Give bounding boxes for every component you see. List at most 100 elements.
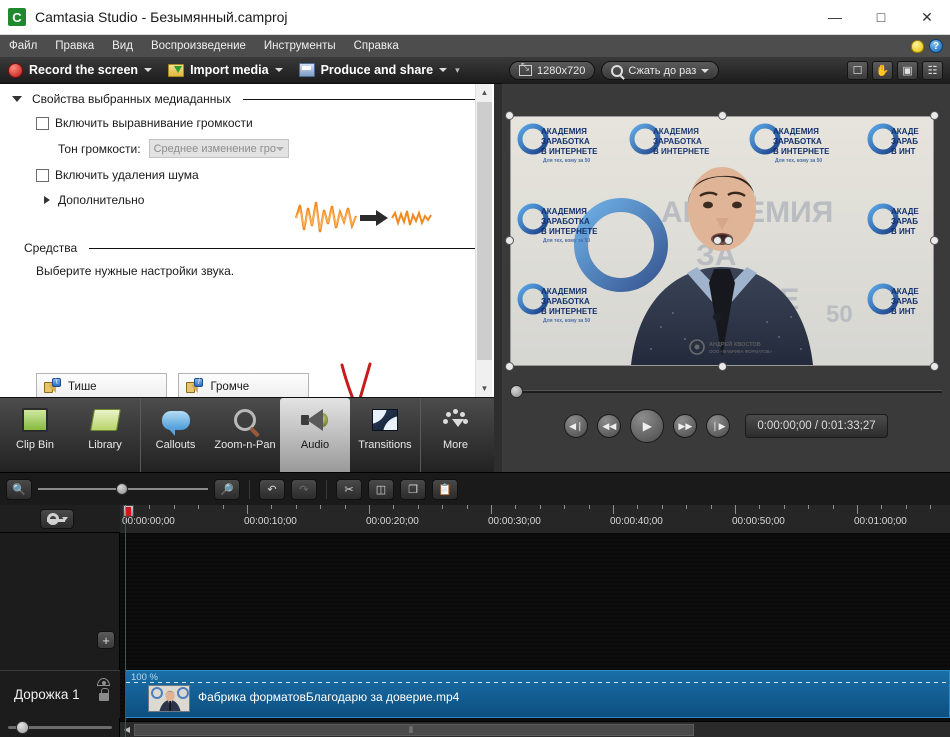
zoom-in-icon[interactable]: 🔎 [214,478,240,500]
playback-controls: ◀❘ ◀◀ ▶ ▶▶ ❘▶ 0:00:00;00 / 0:01:33;27 [502,404,950,448]
toolbar-overflow-icon[interactable]: ▾ [455,65,466,76]
timeline-settings-button[interactable] [40,509,74,529]
record-screen-button[interactable]: Record the screen [0,58,160,83]
media-properties-section-header[interactable]: Свойства выбранных медиаданных [0,84,494,106]
resize-handle-mc1[interactable] [713,236,722,245]
resize-handle-tl[interactable] [505,111,514,120]
paste-icon[interactable]: 📋 [432,478,458,500]
svg-text:В ИНТЕРНЕТЕ: В ИНТЕРНЕТЕ [541,227,598,236]
menu-item-playback[interactable]: Воспроизведение [142,37,255,55]
timeline-clip[interactable]: 100 % Фабрика форматовБлагодарю за довер… [125,670,950,718]
volume-tone-select[interactable]: Среднее изменение гро [148,139,289,158]
resize-handle-tc[interactable] [718,111,727,120]
resize-handle-bl[interactable] [505,362,514,371]
import-media-button[interactable]: Import media [160,58,291,83]
svg-text:ЗАРАБОТКА: ЗАРАБОТКА [541,297,590,306]
properties-panel-scrollbar[interactable]: ▲ ▼ [475,84,492,397]
preview-scrubber[interactable] [510,384,942,398]
menu-item-file[interactable]: Файл [0,37,46,55]
copy-icon[interactable]: ❐ [400,478,426,500]
enable-volume-leveling-checkbox[interactable] [36,116,49,130]
split-icon[interactable]: ◫ [368,478,394,500]
volume-down-icon: \ [44,378,61,394]
fullscreen-icon[interactable]: ▣ [897,61,918,80]
record-dot-icon [8,62,23,78]
add-track-button[interactable]: + [97,631,115,649]
tab-callouts[interactable]: Callouts [140,398,210,472]
help-question-icon[interactable]: ? [929,39,943,53]
hand-pan-icon[interactable]: ✋ [872,61,893,80]
chevron-down-icon[interactable] [439,68,448,72]
menu-item-tools[interactable]: Инструменты [255,37,345,55]
resize-handle-ml[interactable] [505,236,514,245]
panel-tab-strip: Clip Bin Library Callouts Zoom-n-Pan Aud… [0,397,494,472]
enable-noise-removal-label: Включить удаления шума [55,168,199,182]
enable-noise-removal-checkbox[interactable] [36,168,49,182]
track-volume-knob[interactable] [16,720,29,734]
preview-scrubber-knob[interactable] [510,384,523,398]
preview-resolution-label: 1280x720 [537,64,586,77]
timeline-horizontal-scrollbar[interactable]: ◀ ⦀ [120,721,950,737]
eye-icon[interactable] [97,678,110,686]
volume-down-button[interactable]: \ Тише [36,373,167,397]
chevron-down-icon[interactable] [12,96,22,102]
svg-text:Для тех, кому за 50: Для тех, кому за 50 [543,158,590,164]
preview-canvas[interactable]: АКАДЕМИЯ ЗА ТЕ 50 АКАДЕМИЯ ЗАРАБОТКА В И… [505,111,939,371]
go-to-end-button[interactable]: ❘▶ [706,414,731,438]
scroll-up-icon[interactable]: ▲ [476,84,493,101]
volume-up-button[interactable]: / Громче [178,373,310,397]
close-button[interactable]: ✕ [904,0,950,35]
play-button[interactable]: ▶ [630,409,665,443]
chevron-down-icon[interactable] [274,68,283,72]
timeline-zoom-slider[interactable] [38,482,208,496]
go-to-start-button[interactable]: ◀❘ [564,414,589,438]
undo-icon[interactable]: ↶ [259,478,285,500]
rewind-button[interactable]: ◀◀ [597,414,622,438]
produce-share-button[interactable]: Produce and share [291,58,456,83]
tab-clip-bin[interactable]: Clip Bin [0,398,70,472]
scroll-down-icon[interactable]: ▼ [476,380,493,397]
resize-handle-mr[interactable] [930,236,939,245]
timeline-zoom-knob[interactable] [116,483,128,495]
scissors-icon[interactable]: ✂ [336,478,362,500]
maximize-button[interactable]: □ [858,0,904,35]
redo-icon[interactable]: ↷ [291,478,317,500]
menu-item-help[interactable]: Справка [345,37,408,55]
timeline-ruler[interactable]: 00:00:00;00 00:00:10;00 00:00:20;00 00:0… [120,505,950,533]
menu-item-edit[interactable]: Правка [46,37,103,55]
volume-up-label: Громче [210,380,250,393]
tab-audio[interactable]: Audio [280,398,350,472]
scrollbar-thumb[interactable] [477,102,492,360]
resize-handle-mc2[interactable] [724,236,733,245]
scroll-left-icon[interactable]: ◀ [120,723,134,737]
crop-icon[interactable]: ☐ [847,61,868,80]
lock-icon[interactable] [98,688,109,701]
resize-handle-bc[interactable] [718,362,727,371]
enable-volume-leveling-row[interactable]: Включить выравнивание громкости [0,116,494,130]
preview-zoom-dropdown[interactable]: Сжать до раз [601,61,720,80]
chevron-down-icon[interactable] [144,68,153,72]
lightbulb-icon[interactable] [911,39,924,53]
window-title: Camtasia Studio - Безымянный.camproj [35,9,288,25]
enable-noise-removal-row[interactable]: Включить удаления шума [0,168,494,182]
panel-splitter[interactable] [494,84,502,472]
fast-forward-button[interactable]: ▶▶ [673,414,698,438]
resize-handle-tr[interactable] [930,111,939,120]
menu-item-view[interactable]: Вид [103,37,142,55]
zoom-out-icon[interactable]: 🔍 [6,478,32,500]
tab-more[interactable]: More [420,398,490,472]
chevron-down-icon [275,146,284,151]
resize-handle-br[interactable] [930,362,939,371]
minimize-button[interactable]: — [812,0,858,35]
hscrollbar-thumb[interactable] [134,723,694,736]
tab-library[interactable]: Library [70,398,140,472]
tab-zoom-n-pan-label: Zoom-n-Pan [214,439,276,451]
detach-window-icon[interactable]: ☷ [922,61,943,80]
tab-zoom-n-pan[interactable]: Zoom-n-Pan [210,398,280,472]
preview-resolution-button[interactable]: 1280x720 [509,61,596,80]
track-volume-slider[interactable] [8,720,112,734]
volume-tone-value: Среднее изменение гро [153,142,276,155]
timeline-canvas[interactable]: 100 % Фабрика форматовБлагодарю за довер… [120,533,950,737]
track-header-row[interactable]: Дорожка 1 [0,670,120,718]
tab-transitions[interactable]: Transitions [350,398,420,472]
